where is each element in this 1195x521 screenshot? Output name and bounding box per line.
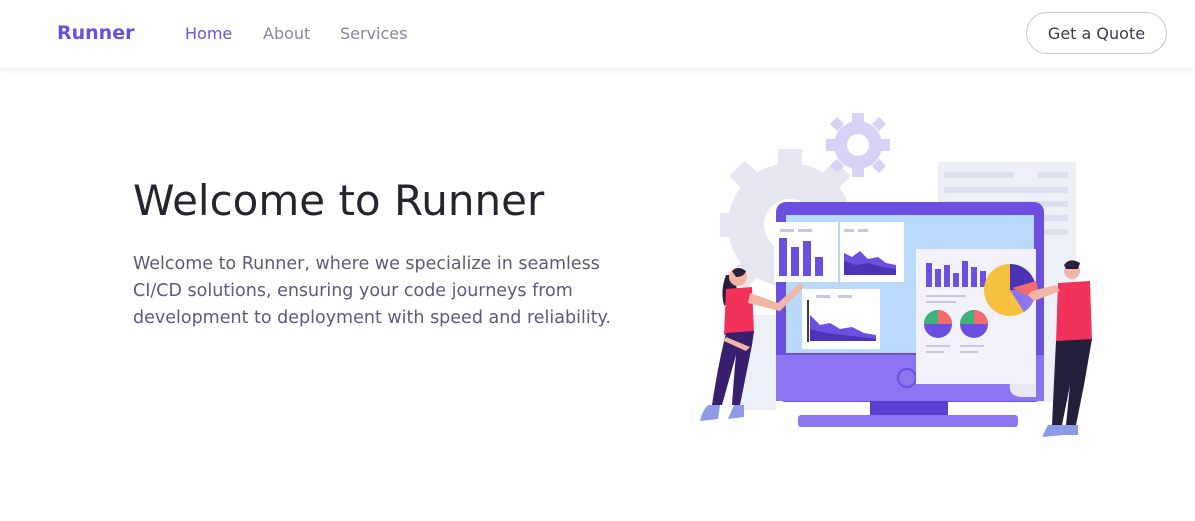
small-gear-icon bbox=[826, 113, 890, 177]
area-chart-card bbox=[840, 222, 904, 282]
nav-link-about[interactable]: About bbox=[263, 24, 310, 43]
nav-link-home[interactable]: Home bbox=[185, 24, 232, 43]
nav-link-services[interactable]: Services bbox=[340, 24, 407, 43]
line-area-chart-card bbox=[802, 289, 880, 349]
analytics-dashboard-illustration bbox=[700, 113, 1092, 437]
hero-title: Welcome to Runner bbox=[133, 176, 545, 225]
brand-logo[interactable]: Runner bbox=[57, 22, 134, 44]
get-a-quote-button[interactable]: Get a Quote bbox=[1026, 12, 1167, 54]
hero-description: Welcome to Runner, where we specialize i… bbox=[133, 254, 611, 328]
navbar: Runner Home About Services Get a Quote bbox=[0, 0, 1195, 68]
bar-chart-card bbox=[774, 222, 838, 282]
